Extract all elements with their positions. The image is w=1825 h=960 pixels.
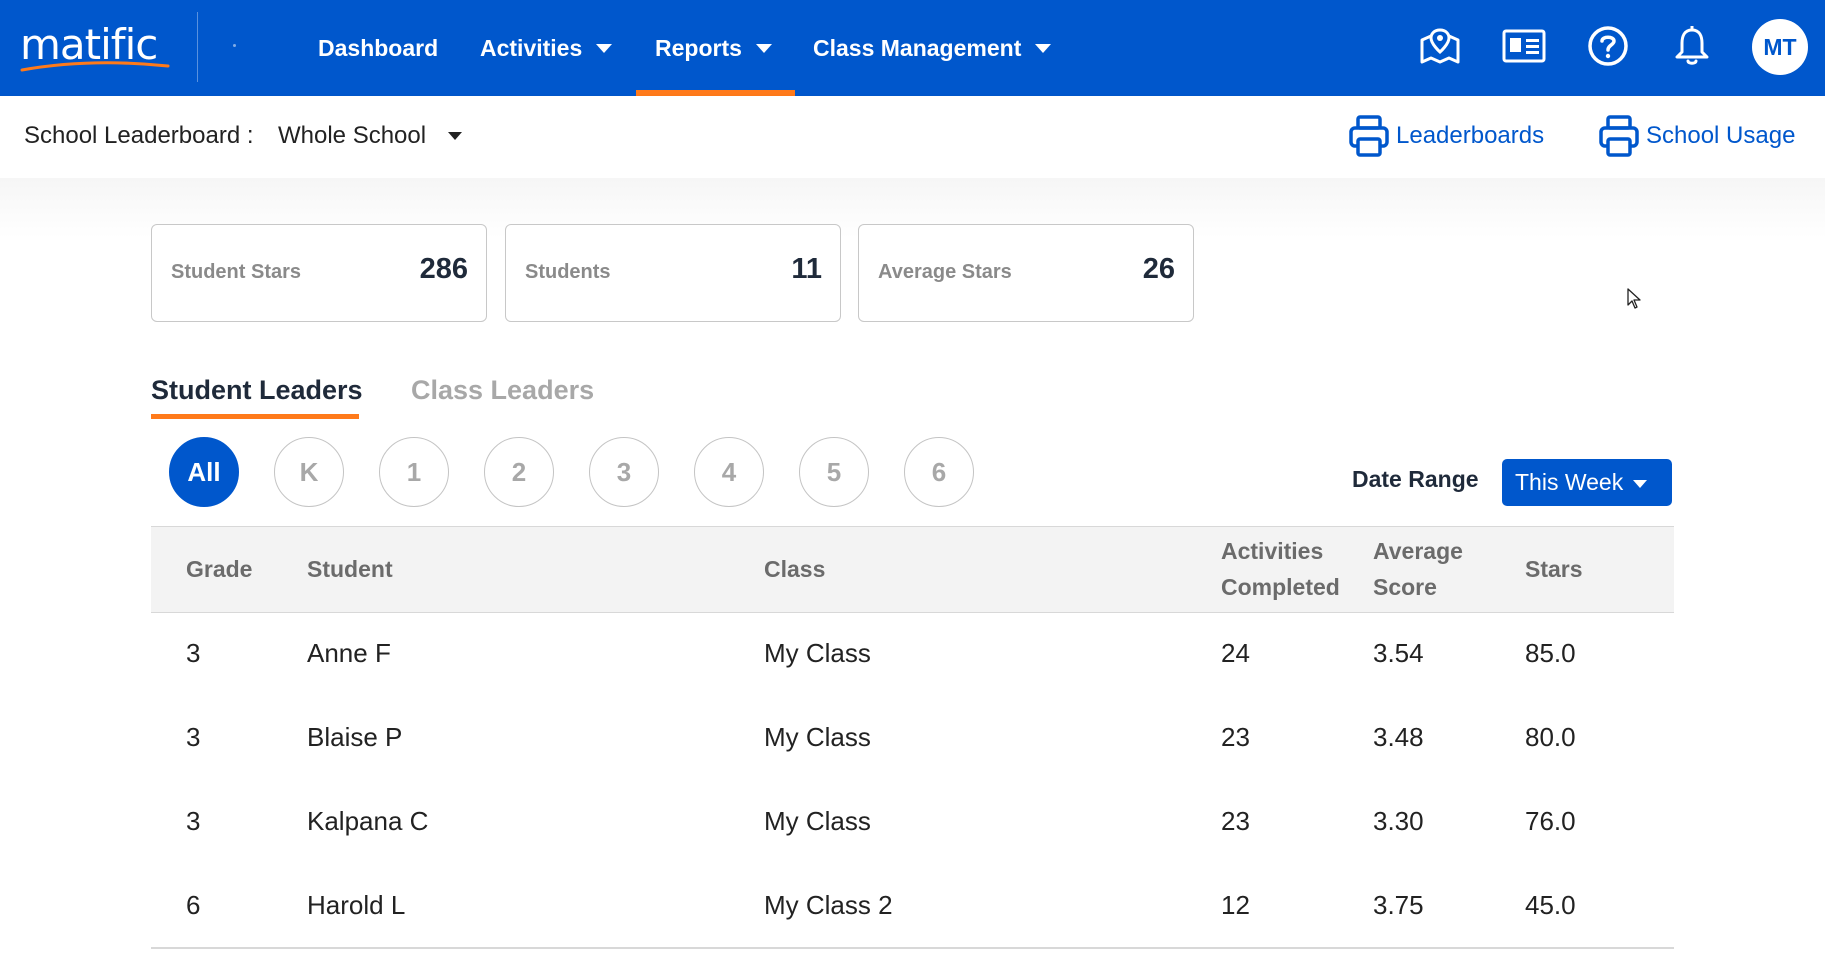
- id-card-icon[interactable]: [1500, 22, 1548, 70]
- grade-filter-3[interactable]: 3: [589, 437, 659, 507]
- cell-average-score: 3.30: [1373, 806, 1424, 836]
- cell-stars: 85.0: [1525, 638, 1576, 668]
- chevron-down-icon: [448, 132, 463, 140]
- cell-class: My Class: [764, 638, 871, 668]
- nav-reports[interactable]: Reports: [655, 0, 772, 96]
- cell-grade: 3: [186, 806, 201, 836]
- nav-activities-label: Activities: [480, 34, 583, 61]
- print-school-usage-link[interactable]: School Usage: [1598, 114, 1795, 158]
- stat-label: Students: [525, 261, 611, 283]
- grade-filter-1[interactable]: 1: [379, 437, 449, 507]
- chevron-down-icon: [596, 43, 613, 53]
- printer-icon: [1599, 115, 1639, 157]
- cell-grade: 3: [186, 722, 201, 752]
- map-pin-icon[interactable]: [1416, 22, 1464, 70]
- top-nav-bar: matific Dashboard Activities Reports Cla…: [0, 0, 1825, 96]
- tab-active-underline: [151, 414, 359, 419]
- date-range-value: This Week: [1515, 469, 1624, 495]
- cell-student: Blaise P: [307, 722, 403, 752]
- grade-filter-all[interactable]: All: [169, 437, 239, 507]
- cell-student: Harold L: [307, 890, 406, 920]
- date-range-label: Date Range: [1352, 466, 1479, 492]
- grade-filter-6[interactable]: 6: [904, 437, 974, 507]
- stat-label: Student Stars: [171, 261, 302, 283]
- cell-stars: 76.0: [1525, 806, 1576, 836]
- nav-dashboard[interactable]: Dashboard: [318, 0, 438, 96]
- header-activities-line1: Activities: [1221, 538, 1324, 564]
- nav-class-management[interactable]: Class Management: [813, 0, 1052, 96]
- header-average-score[interactable]: Average Score: [1373, 533, 1463, 605]
- cell-average-score: 3.48: [1373, 722, 1424, 752]
- bell-icon[interactable]: [1668, 22, 1716, 70]
- cell-grade: 6: [186, 890, 201, 920]
- header-activities-completed[interactable]: Activities Completed: [1221, 533, 1340, 605]
- leaderboard-subheader: School Leaderboard : Whole School Leader…: [0, 96, 1825, 178]
- stat-value: 26: [1142, 253, 1175, 285]
- stat-card-students: Students 11: [505, 224, 841, 322]
- student-leaders-table: Grade Student Class Activities Completed…: [151, 526, 1674, 949]
- grade-filter-5[interactable]: 5: [799, 437, 869, 507]
- print-school-usage-label: School Usage: [1646, 122, 1796, 149]
- table-row: 3 Kalpana C My Class 23 3.30 76.0: [151, 781, 1674, 865]
- cell-class: My Class 2: [764, 890, 893, 920]
- header-stars[interactable]: Stars: [1525, 551, 1583, 587]
- stat-label: Average Stars: [878, 261, 1012, 283]
- cell-activities: 23: [1221, 722, 1250, 752]
- nav-reports-label: Reports: [655, 34, 742, 61]
- cell-activities: 12: [1221, 890, 1250, 920]
- user-avatar[interactable]: MT: [1752, 19, 1808, 75]
- chevron-down-icon: [1633, 480, 1648, 488]
- print-leaderboards-link[interactable]: Leaderboards: [1348, 114, 1544, 158]
- stat-card-average-stars: Average Stars 26: [858, 224, 1194, 322]
- cell-student: Anne F: [307, 638, 391, 668]
- nav-class-management-label: Class Management: [813, 34, 1022, 61]
- help-icon[interactable]: [1584, 22, 1632, 70]
- school-leaderboard-label: School Leaderboard :: [24, 122, 254, 149]
- table-bottom-border: [151, 947, 1674, 949]
- chevron-down-icon: [1035, 43, 1052, 53]
- mouse-cursor-icon: [1627, 288, 1641, 309]
- header-avg-line2: Score: [1373, 574, 1437, 600]
- header-student[interactable]: Student: [307, 551, 393, 587]
- header-class[interactable]: Class: [764, 551, 825, 587]
- cell-class: My Class: [764, 722, 871, 752]
- cell-grade: 3: [186, 638, 201, 668]
- cell-average-score: 3.75: [1373, 890, 1424, 920]
- table-row: 3 Anne F My Class 24 3.54 85.0: [151, 613, 1674, 697]
- printer-icon: [1349, 115, 1389, 157]
- logo-divider: [197, 12, 198, 82]
- leaderboard-scope-dropdown[interactable]: Whole School: [278, 122, 463, 150]
- tab-class-leaders[interactable]: Class Leaders: [411, 375, 594, 406]
- header-grade[interactable]: Grade: [186, 551, 252, 587]
- stat-value: 11: [791, 253, 822, 285]
- cell-activities: 23: [1221, 806, 1250, 836]
- cell-activities: 24: [1221, 638, 1250, 668]
- grade-filter-4[interactable]: 4: [694, 437, 764, 507]
- matific-logo[interactable]: matific: [20, 14, 170, 74]
- cell-stars: 45.0: [1525, 890, 1576, 920]
- date-range-dropdown[interactable]: This Week: [1502, 459, 1672, 506]
- decorative-dot: [233, 44, 236, 47]
- cell-stars: 80.0: [1525, 722, 1576, 752]
- cell-class: My Class: [764, 806, 871, 836]
- cell-average-score: 3.54: [1373, 638, 1424, 668]
- table-row: 6 Harold L My Class 2 12 3.75 45.0: [151, 865, 1674, 949]
- grade-filter-2[interactable]: 2: [484, 437, 554, 507]
- logo-swoosh-icon: [20, 61, 170, 72]
- chevron-down-icon: [755, 43, 772, 53]
- scope-value: Whole School: [278, 122, 427, 149]
- print-leaderboards-label: Leaderboards: [1396, 122, 1545, 149]
- table-header: Grade Student Class Activities Completed…: [151, 526, 1674, 613]
- header-activities-line2: Completed: [1221, 574, 1340, 600]
- grade-filter-k[interactable]: K: [274, 437, 344, 507]
- cell-student: Kalpana C: [307, 806, 429, 836]
- nav-dashboard-label: Dashboard: [318, 34, 439, 61]
- stat-card-student-stars: Student Stars 286: [151, 224, 487, 322]
- nav-activities[interactable]: Activities: [480, 0, 613, 96]
- header-avg-line1: Average: [1373, 538, 1463, 564]
- stat-value: 286: [419, 253, 468, 285]
- table-row: 3 Blaise P My Class 23 3.48 80.0: [151, 697, 1674, 781]
- tab-student-leaders[interactable]: Student Leaders: [151, 375, 363, 406]
